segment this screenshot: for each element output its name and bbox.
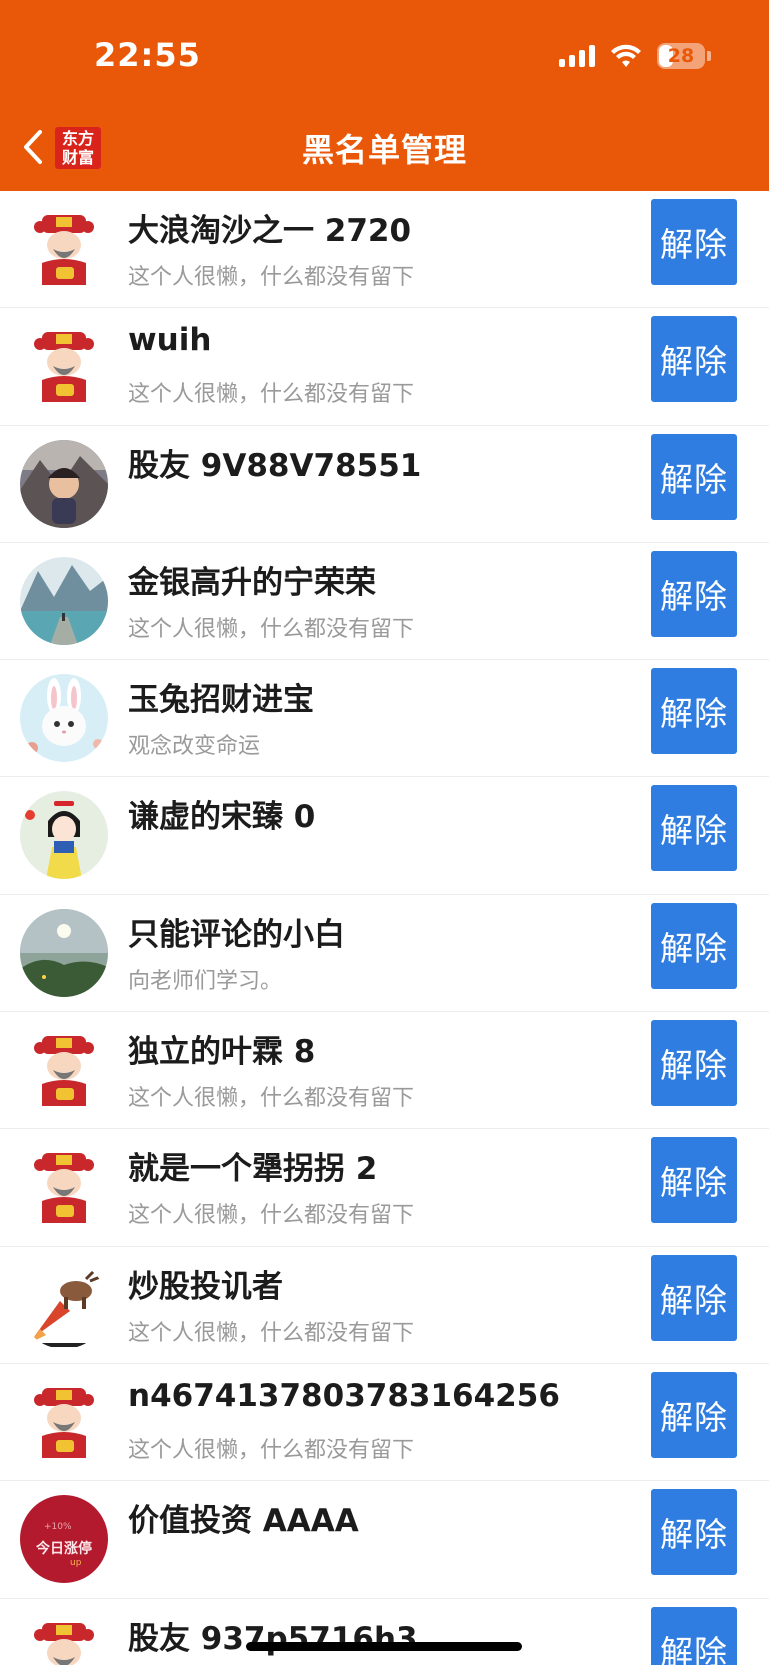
- user-name[interactable]: n467413780378316​4256: [128, 1378, 560, 1414]
- user-bio: 这个人很懒，什么都没有留下: [128, 265, 415, 290]
- cellular-signal-icon: [559, 45, 595, 67]
- user-bio: 这个人很懒，什么都没有留下: [128, 1086, 415, 1112]
- user-name[interactable]: 玉兔招财进宝: [128, 674, 314, 719]
- home-indicator[interactable]: [246, 1642, 522, 1651]
- user-avatar[interactable]: [20, 440, 108, 528]
- unblock-button[interactable]: 解除: [651, 1137, 737, 1224]
- unblock-button[interactable]: 解除: [651, 316, 737, 403]
- user-avatar[interactable]: [20, 322, 108, 410]
- user-name[interactable]: 大浪淘沙之一 2720: [128, 205, 411, 250]
- user-name[interactable]: 金银高升的宁荣荣: [128, 557, 376, 602]
- unblock-button[interactable]: 解除: [651, 1606, 737, 1665]
- blacklist-row: wuih 这个人很懒，什么都没有留下 解除: [0, 308, 769, 426]
- blacklist-row: 谦虚的宋臻 0 解除: [0, 777, 769, 895]
- unblock-button[interactable]: 解除: [651, 1020, 737, 1107]
- user-bio: 向老师们学习。: [128, 968, 283, 994]
- blacklist-row: 炒股投讥者这个人很懒，什么都没有留下 解除: [0, 1247, 769, 1364]
- unblock-button[interactable]: 解除: [651, 433, 737, 520]
- user-bio: 这个人很懒，什么都没有留下: [128, 616, 415, 642]
- unblock-button[interactable]: 解除: [651, 668, 737, 755]
- unblock-button[interactable]: 解除: [651, 199, 737, 285]
- unblock-button[interactable]: 解除: [651, 550, 737, 637]
- status-icons: 28: [559, 40, 711, 72]
- blacklist-row: 股友 9V88V78551 解除: [0, 426, 769, 543]
- user-name[interactable]: 价值投资 AAAA: [128, 1495, 359, 1540]
- page-title: 黑名单管理: [301, 131, 467, 169]
- user-name[interactable]: 股友 9V88V78551: [128, 440, 421, 485]
- battery-level: 28: [667, 45, 695, 67]
- unblock-button[interactable]: 解除: [651, 902, 737, 989]
- battery-icon: 28: [657, 43, 711, 69]
- blacklist-row: 金银高升的宁荣荣这个人很懒，什么都没有留下 解除: [0, 543, 769, 661]
- blacklist-row: 大浪淘沙之一 2720 这个人很懒，什么都没有留下 解除: [0, 191, 769, 309]
- user-bio: 这个人很懒，什么都没有留下: [128, 382, 415, 408]
- user-avatar[interactable]: [20, 791, 108, 879]
- blacklist-screen: 22:55 28 东方 财富 黑名单管理 大浪淘沙之一 2720 这个人很懒，什…: [0, 0, 769, 1665]
- blacklist-list: 大浪淘沙之一 2720 这个人很懒，什么都没有留下 解除 wuih 这个人很懒，什么都没…: [0, 191, 769, 1665]
- blacklist-row: 股友 937p5716h3 解除: [0, 1599, 769, 1665]
- user-name[interactable]: 独立的叶霖 8: [128, 1026, 315, 1071]
- blacklist-row: 独立的叶霖 8 这个人很懒，什么都没有留下 解除: [0, 1012, 769, 1130]
- user-avatar[interactable]: [20, 557, 108, 645]
- user-avatar[interactable]: [20, 205, 108, 293]
- blacklist-row: 就是一个犟拐拐 2 这个人很懒，什么都没有留下 解除: [0, 1129, 769, 1247]
- user-name[interactable]: 只能评论的小白: [128, 909, 345, 954]
- header-bar: 22:55 28 东方 财富 黑名单管理: [0, 0, 769, 191]
- unblock-button[interactable]: 解除: [651, 1371, 737, 1458]
- user-avatar[interactable]: [20, 1378, 108, 1466]
- user-avatar[interactable]: [20, 1261, 108, 1349]
- user-name[interactable]: wuih: [128, 322, 211, 358]
- unblock-button[interactable]: 解除: [651, 785, 737, 872]
- user-avatar[interactable]: [20, 1143, 108, 1231]
- blacklist-row: n467413780378316​4256 这个人很懒，什么都没有留下 解除: [0, 1364, 769, 1482]
- blacklist-row: 价值投资 AAAA 解除: [0, 1481, 769, 1599]
- user-avatar[interactable]: [20, 674, 108, 762]
- blacklist-row: 只能评论的小白向老师们学习。 解除: [0, 895, 769, 1013]
- user-name[interactable]: 炒股投讥者: [128, 1261, 283, 1306]
- blacklist-row: 玉兔招财进宝观念改变命运 解除: [0, 660, 769, 778]
- user-bio: 这个人很懒，什么都没有留下: [128, 1320, 415, 1346]
- user-bio: 观念改变命运: [128, 734, 261, 760]
- unblock-button[interactable]: 解除: [651, 1489, 737, 1576]
- unblock-button[interactable]: 解除: [651, 1254, 737, 1341]
- wifi-icon: [611, 44, 641, 67]
- user-avatar[interactable]: [20, 909, 108, 997]
- user-bio: 这个人很懒，什么都没有留下: [128, 1437, 415, 1463]
- user-avatar[interactable]: [20, 1613, 108, 1665]
- user-bio: 这个人很懒，什么都没有留下: [128, 1203, 415, 1229]
- user-name[interactable]: 就是一个犟拐拐 2: [128, 1143, 377, 1188]
- user-name[interactable]: 谦虚的宋臻 0: [128, 791, 315, 836]
- status-time: 22:55: [94, 36, 201, 74]
- user-avatar[interactable]: [20, 1026, 108, 1114]
- user-avatar[interactable]: [20, 1495, 108, 1583]
